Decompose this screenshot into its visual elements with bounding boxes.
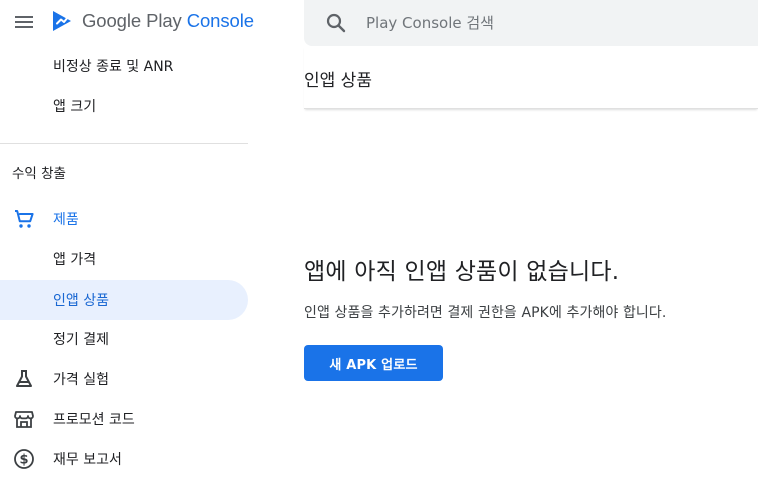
empty-state-heading: 앱에 아직 인앱 상품이 없습니다. bbox=[304, 259, 620, 285]
sidebar-item-label: 비정상 종료 및 ANR bbox=[53, 59, 174, 75]
sidebar-section-monetization: 수익 창출 bbox=[12, 166, 66, 182]
svg-text:$: $ bbox=[19, 453, 28, 468]
sidebar-item-label: 가격 실험 bbox=[53, 372, 109, 388]
brand-header: Google Play Console bbox=[0, 0, 256, 44]
brand-name-accent: Console bbox=[186, 10, 254, 31]
sidebar-item-price-experiments[interactable]: 가격 실험 bbox=[0, 359, 248, 399]
page-title: 인앱 상품 bbox=[304, 71, 372, 91]
sidebar-item-label: 앱 크기 bbox=[53, 99, 97, 115]
sidebar-item-app-size[interactable]: 앱 크기 bbox=[0, 86, 248, 126]
storefront-icon bbox=[12, 407, 36, 431]
upload-new-apk-button[interactable]: 새 APK 업로드 bbox=[304, 345, 443, 381]
sidebar-item-financial-reports[interactable]: $ 재무 보고서 bbox=[0, 439, 248, 479]
hamburger-menu-icon[interactable] bbox=[12, 10, 36, 34]
empty-state-description: 인앱 상품을 추가하려면 결제 권한을 APK에 추가해야 합니다. bbox=[304, 305, 667, 321]
search-bar bbox=[304, 0, 758, 46]
sidebar-item-promo-codes[interactable]: 프로모션 코드 bbox=[0, 399, 248, 439]
sidebar-item-label: 인앱 상품 bbox=[53, 293, 109, 309]
sidebar: Google Play Console 비정상 종료 및 ANR 앱 크기 수익… bbox=[0, 0, 256, 484]
sidebar-item-app-pricing[interactable]: 앱 가격 bbox=[0, 239, 248, 279]
dollar-circle-icon: $ bbox=[12, 447, 36, 471]
sidebar-item-label: 재무 보고서 bbox=[53, 452, 122, 468]
sidebar-item-label: 프로모션 코드 bbox=[53, 412, 135, 428]
sidebar-item-label: 앱 가격 bbox=[53, 252, 97, 268]
search-input[interactable] bbox=[366, 0, 736, 46]
page-header: 인앱 상품 bbox=[304, 46, 758, 109]
brand-name-main: Google Play bbox=[82, 10, 187, 31]
sidebar-item-subscriptions[interactable]: 정기 결제 bbox=[0, 319, 248, 359]
sidebar-item-in-app-products[interactable]: 인앱 상품 bbox=[0, 280, 248, 320]
sidebar-divider bbox=[0, 143, 248, 144]
search-icon[interactable] bbox=[324, 11, 348, 35]
sidebar-item-label: 정기 결제 bbox=[53, 332, 109, 348]
flask-icon bbox=[12, 367, 36, 391]
sidebar-item-label: 제품 bbox=[53, 212, 79, 228]
sidebar-item-crashes-anr[interactable]: 비정상 종료 및 ANR bbox=[0, 46, 248, 86]
shopping-cart-icon bbox=[12, 207, 36, 231]
sidebar-item-products[interactable]: 제품 bbox=[0, 199, 248, 239]
play-console-logo-icon bbox=[50, 8, 74, 34]
app-title[interactable]: Google Play Console bbox=[82, 10, 254, 32]
